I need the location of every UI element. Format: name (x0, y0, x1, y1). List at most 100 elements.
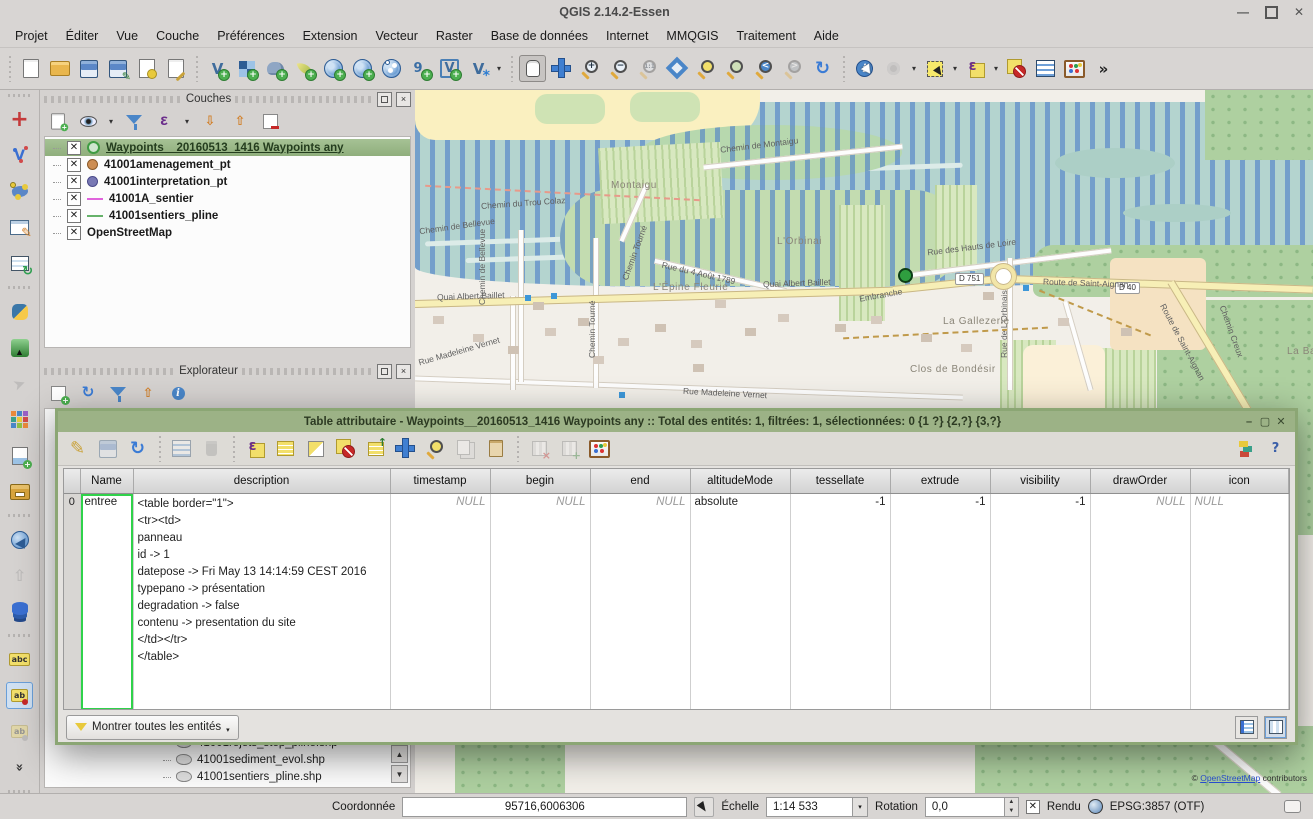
add-spatialite-layer-icon[interactable] (291, 55, 318, 82)
save-project-icon[interactable] (75, 55, 102, 82)
select-features-icon[interactable] (921, 55, 948, 82)
new-layer-dropdown-arrow-icon[interactable] (494, 55, 504, 82)
column-header-timestamp[interactable]: timestamp (390, 469, 490, 494)
add-vector-layer-icon[interactable] (204, 55, 231, 82)
toolbar-overflow-icon[interactable] (1090, 55, 1117, 82)
menu-mmqgis[interactable]: MMQGIS (657, 24, 727, 48)
python-console-icon[interactable] (6, 298, 33, 325)
pin-labels-icon[interactable] (6, 682, 33, 709)
reload-table-icon[interactable] (124, 435, 151, 462)
column-header-end[interactable]: end (590, 469, 690, 494)
form-view-button[interactable] (1235, 716, 1258, 739)
column-header-description[interactable]: description (133, 469, 390, 494)
column-header-icon[interactable]: icon (1190, 469, 1289, 494)
add-wcs-layer-icon[interactable] (349, 55, 376, 82)
layer-row-openstreetmap[interactable]: ✕ OpenStreetMap (45, 224, 410, 241)
column-header-altitudemode[interactable]: altitudeMode (690, 469, 790, 494)
more-tools-chevron-icon[interactable] (6, 754, 33, 781)
collapse-all-icon[interactable] (136, 381, 160, 405)
cell-end[interactable]: NULL (590, 494, 690, 711)
cell-tessellate[interactable]: -1 (790, 494, 890, 711)
expression-dropdown-arrow-icon[interactable] (182, 108, 192, 135)
add-feature-icon[interactable] (168, 435, 195, 462)
field-calculator-icon[interactable] (586, 435, 613, 462)
db-manager-icon[interactable] (6, 598, 33, 625)
annotation-icon[interactable] (6, 214, 33, 241)
pan-map-icon[interactable] (519, 55, 546, 82)
field-calculator-icon[interactable] (1061, 55, 1088, 82)
render-checkbox[interactable]: ✕ (1026, 800, 1040, 814)
layer-checkbox[interactable]: ✕ (67, 192, 81, 206)
layer-checkbox[interactable]: ✕ (67, 226, 81, 240)
add-postgis-layer-icon[interactable] (262, 55, 289, 82)
run-feature-action-icon[interactable] (880, 55, 907, 82)
spin-down-icon[interactable]: ▼ (1005, 807, 1018, 816)
touch-zoom-icon[interactable] (6, 106, 33, 133)
pan-to-selected-icon[interactable] (392, 435, 419, 462)
zoom-out-icon[interactable] (606, 55, 633, 82)
layer-row-sentiers-pline[interactable]: ✕ 41001sentiers_pline (45, 207, 410, 224)
menu-vue[interactable]: Vue (107, 24, 147, 48)
mmqgis-grid-icon[interactable] (6, 406, 33, 433)
spin-arrows[interactable]: ▲▼ (1004, 798, 1018, 816)
close-button[interactable]: ✕ (1285, 3, 1313, 21)
cell-begin[interactable]: NULL (490, 494, 590, 711)
menu-projet[interactable]: Projet (6, 24, 57, 48)
cell-icon[interactable]: NULL (1190, 494, 1289, 711)
row-number[interactable]: 0 (64, 494, 80, 711)
menu-raster[interactable]: Raster (427, 24, 482, 48)
dock-attribute-table-icon[interactable] (1232, 435, 1259, 462)
expand-all-icon[interactable] (198, 109, 222, 133)
menu-base-de-donnees[interactable]: Base de données (482, 24, 597, 48)
add-group-icon[interactable] (48, 111, 68, 131)
add-virtual-layer-icon[interactable] (436, 55, 463, 82)
dialog-minimize-button[interactable]: – (1241, 416, 1257, 428)
menu-internet[interactable]: Internet (597, 24, 657, 48)
layer-row-waypoints[interactable]: ✕ Waypoints__20160513_1416 Waypoints any (45, 139, 410, 156)
openstreetmap-link[interactable]: OpenStreetMap (1200, 773, 1260, 783)
zoom-next-icon[interactable] (780, 55, 807, 82)
select-features-dropdown-arrow-icon[interactable] (950, 55, 960, 82)
move-selection-to-top-icon[interactable] (362, 435, 389, 462)
crs-status[interactable]: EPSG:3857 (OTF) (1110, 801, 1205, 813)
cell-extrude[interactable]: -1 (890, 494, 990, 711)
archive-icon[interactable] (6, 478, 33, 505)
zoom-to-selected-icon[interactable] (422, 435, 449, 462)
dialog-maximize-button[interactable]: ▢ (1257, 415, 1273, 428)
cell-timestamp[interactable]: NULL (390, 494, 490, 711)
add-selected-layer-icon[interactable] (46, 381, 70, 405)
new-project-icon[interactable] (17, 55, 44, 82)
column-header-visibility[interactable]: visibility (990, 469, 1090, 494)
select-expression-dropdown-arrow-icon[interactable] (991, 55, 1001, 82)
add-raster-layer-icon[interactable] (233, 55, 260, 82)
topology-checker-icon[interactable] (6, 178, 33, 205)
zoom-native-icon[interactable] (635, 55, 662, 82)
zoom-to-selection-icon[interactable] (693, 55, 720, 82)
column-header-begin[interactable]: begin (490, 469, 590, 494)
new-shapefile-layer-icon[interactable] (465, 55, 492, 82)
add-image-icon[interactable] (6, 442, 33, 469)
close-panel-button[interactable]: × (396, 364, 411, 379)
menu-preferences[interactable]: Préférences (208, 24, 293, 48)
maximize-button[interactable] (1257, 3, 1285, 21)
toggle-editing-icon[interactable] (64, 435, 91, 462)
layer-checkbox[interactable]: ✕ (67, 209, 81, 223)
table-sync-icon[interactable] (6, 250, 33, 277)
float-panel-button[interactable] (377, 364, 392, 379)
zoom-in-icon[interactable] (577, 55, 604, 82)
filter-browser-icon[interactable] (106, 381, 130, 405)
browser-file-row[interactable]: 41001sentiers_pline.shp (45, 768, 410, 785)
minimize-button[interactable]: — (1229, 3, 1257, 21)
copy-selected-rows-icon[interactable] (452, 435, 479, 462)
scroll-down-button[interactable]: ▼ (391, 765, 408, 783)
dialog-close-button[interactable]: ✕ (1273, 415, 1289, 428)
composer-manager-icon[interactable] (162, 55, 189, 82)
messages-bubble-icon[interactable] (1284, 800, 1301, 813)
close-panel-button[interactable]: × (396, 92, 411, 107)
cell-altitudemode[interactable]: absolute (690, 494, 790, 711)
filter-by-expression-icon[interactable]: ε (152, 109, 176, 133)
zoom-last-icon[interactable] (751, 55, 778, 82)
delete-column-icon[interactable] (526, 435, 553, 462)
paste-features-icon[interactable] (482, 435, 509, 462)
pan-to-selection-icon[interactable] (548, 55, 575, 82)
